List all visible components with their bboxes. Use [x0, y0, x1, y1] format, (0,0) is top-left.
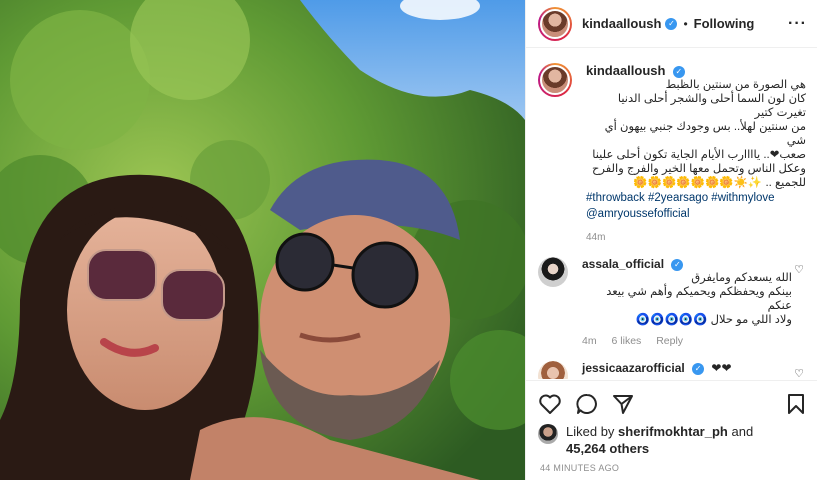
- action-bar: [538, 392, 805, 418]
- comment-icon[interactable]: [576, 393, 598, 418]
- comment-text: الله يسعدكم ومايفرق بينكم ويحفظكم ويحميك…: [606, 272, 792, 326]
- actions-divider: [526, 380, 817, 381]
- caption-username[interactable]: kindaalloush: [586, 63, 665, 78]
- comment-text: ❤❤: [711, 361, 732, 375]
- comment-likes[interactable]: 6 likes: [612, 335, 642, 347]
- comment-reply-button[interactable]: Reply: [656, 335, 683, 347]
- author-username[interactable]: kindaalloush: [582, 16, 661, 31]
- caption-avatar[interactable]: [538, 63, 572, 97]
- comment-item: jessicaazarofficial ✓ ❤❤ ♡: [538, 361, 806, 379]
- likes-summary: Liked by sherifmokhtar_ph and 45,264 oth…: [538, 423, 807, 457]
- caption-time[interactable]: 44m: [586, 232, 806, 243]
- commenter-username[interactable]: assala_official: [582, 257, 664, 271]
- caption-mention[interactable]: @amryoussefofficial: [586, 207, 806, 222]
- post-details-panel: kindaalloush ✓ • Following ··· kindaallo…: [525, 0, 817, 480]
- post-header: kindaalloush ✓ • Following ···: [526, 0, 817, 48]
- liker-username[interactable]: sherifmokhtar_ph: [618, 424, 728, 439]
- selfie-image: [0, 0, 525, 480]
- comment-like-heart-icon[interactable]: ♡: [794, 263, 804, 276]
- more-horizontal-icon[interactable]: ···: [788, 15, 807, 33]
- direct-share-icon[interactable]: [612, 393, 634, 418]
- bookmark-icon[interactable]: [787, 393, 805, 418]
- author-avatar[interactable]: [538, 6, 572, 41]
- separator-dot: •: [683, 16, 688, 31]
- comment-like-heart-icon[interactable]: ♡: [794, 367, 804, 379]
- caption-hashtags[interactable]: #throwback #2yearsago #withmylove: [586, 191, 806, 206]
- caption-text: هي الصورة من سنتين بالظبط كان لون السما …: [591, 79, 806, 189]
- verified-badge-icon: ✓: [692, 362, 705, 375]
- heart-outline-icon[interactable]: [538, 393, 562, 418]
- following-button[interactable]: Following: [694, 16, 755, 31]
- post-photo[interactable]: [0, 0, 525, 480]
- verified-badge-icon: ✓: [671, 258, 684, 271]
- comment-item: assala_official ✓ الله يسعدكم ومايفرق بي…: [538, 257, 806, 347]
- caption: kindaalloush ✓ هي الصورة من سنتين بالظبط…: [538, 63, 806, 243]
- post-timestamp[interactable]: 44 MINUTES AGO: [540, 463, 619, 473]
- verified-badge-icon: ✓: [665, 17, 678, 30]
- comment-time[interactable]: 4m: [582, 335, 597, 347]
- likes-prefix: Liked by: [566, 424, 615, 439]
- verified-badge-icon: ✓: [672, 65, 685, 78]
- likes-others-link[interactable]: 45,264 others: [566, 441, 649, 456]
- commenter-avatar[interactable]: [538, 361, 568, 379]
- likes-conj: and: [731, 424, 754, 439]
- comment-meta: 4m 6 likes Reply: [582, 335, 792, 347]
- comments-list[interactable]: kindaalloush ✓ هي الصورة من سنتين بالظبط…: [526, 49, 817, 379]
- commenter-username[interactable]: jessicaazarofficial: [582, 361, 685, 375]
- liker-avatar[interactable]: [538, 424, 558, 444]
- commenter-avatar[interactable]: [538, 257, 568, 287]
